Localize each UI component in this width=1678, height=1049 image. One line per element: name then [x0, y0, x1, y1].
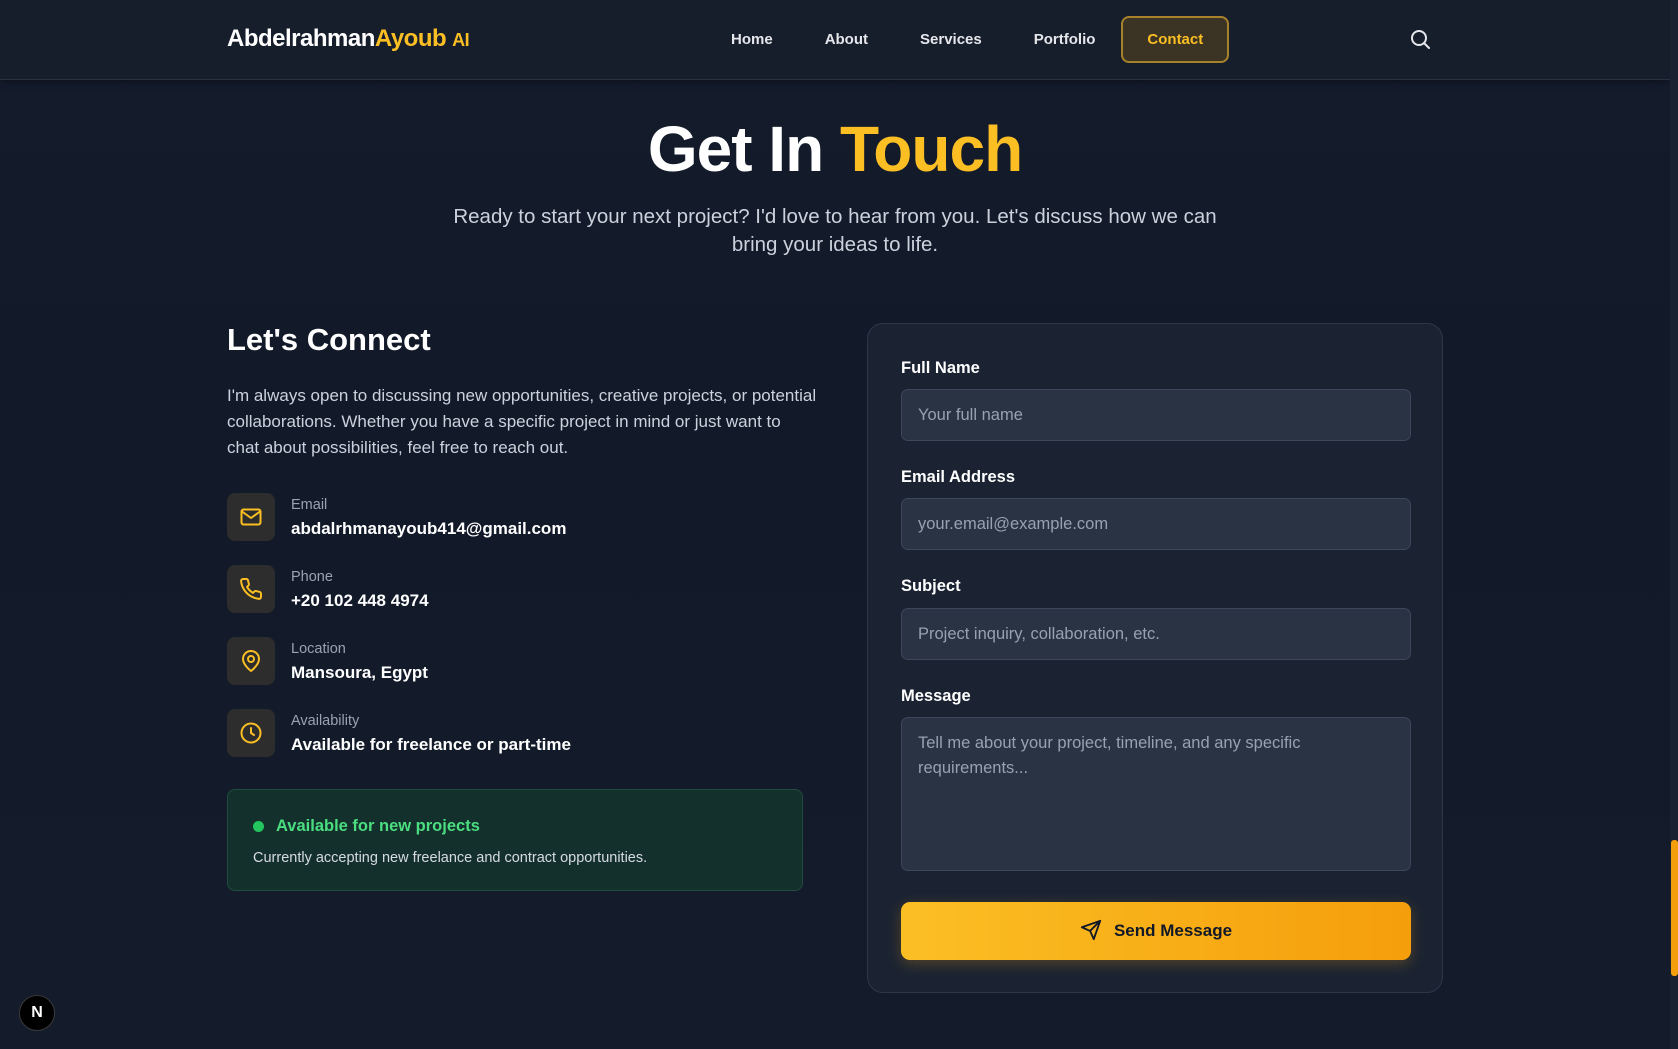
- page-subtitle: Ready to start your next project? I'd lo…: [453, 205, 1217, 256]
- send-message-label: Send Message: [1113, 921, 1233, 940]
- logo-suffix: AI: [452, 30, 470, 50]
- contact-email-item[interactable]: Email abdalrhmanayoub414@gmail.com: [227, 493, 807, 541]
- send-message-button[interactable]: Send Message: [901, 902, 1411, 960]
- contact-location-item: Location Mansoura, Egypt: [227, 637, 807, 685]
- page-title: Get In Touch: [0, 112, 1670, 186]
- email-label: Email Address: [901, 468, 1016, 486]
- search-icon[interactable]: [1408, 27, 1432, 51]
- subject-input[interactable]: [901, 608, 1411, 660]
- nav-links: Home About Services Portfolio Contact: [705, 16, 1230, 63]
- message-textarea[interactable]: [901, 717, 1411, 871]
- clock-icon: [227, 709, 275, 757]
- contact-phone-item[interactable]: Phone +20 102 448 4974: [227, 565, 807, 613]
- contact-phone-value[interactable]: +20 102 448 4974: [291, 591, 429, 611]
- availability-status-card: Available for new projects Currently acc…: [227, 789, 803, 891]
- status-dot-icon: [253, 821, 264, 832]
- contact-location-value: Mansoura, Egypt: [291, 663, 428, 682]
- contact-email-label: Email: [291, 497, 328, 513]
- nav-link-contact[interactable]: Contact: [1121, 16, 1230, 63]
- full-name-label: Full Name: [901, 359, 980, 377]
- contact-phone-label: Phone: [291, 569, 333, 585]
- contact-email-value[interactable]: abdalrhmanayoub414@gmail.com: [291, 519, 566, 539]
- mail-icon: [227, 493, 275, 541]
- connect-heading: Let's Connect: [227, 322, 431, 357]
- availability-status-title: Available for new projects: [276, 817, 480, 835]
- logo-surname: Ayoub: [374, 25, 447, 52]
- top-navbar: AbdelrahmanAyoub AI Home About Services P…: [0, 0, 1670, 80]
- send-icon: [1080, 919, 1102, 944]
- phone-icon: [227, 565, 275, 613]
- contact-location-label: Location: [291, 641, 346, 657]
- availability-status-description: Currently accepting new freelance and co…: [253, 850, 648, 866]
- contact-availability-item: Availability Available for freelance or …: [227, 709, 807, 757]
- contact-form: Full Name Email Address Subject Message …: [867, 323, 1443, 993]
- location-pin-icon: [227, 637, 275, 685]
- contact-availability-label: Availability: [291, 713, 360, 729]
- contact-availability-value: Available for freelance or part-time: [291, 735, 571, 754]
- full-name-input[interactable]: [901, 389, 1411, 441]
- title-white-part: Get In: [647, 113, 824, 185]
- nav-link-home[interactable]: Home: [705, 16, 799, 63]
- message-label: Message: [901, 687, 971, 705]
- subject-label: Subject: [901, 577, 961, 595]
- nav-link-about[interactable]: About: [799, 16, 894, 63]
- title-accent-part: Touch: [839, 113, 1023, 185]
- scrollbar-thumb[interactable]: [1671, 840, 1678, 976]
- nav-link-services[interactable]: Services: [894, 16, 1008, 63]
- nextjs-dev-badge[interactable]: N: [19, 995, 55, 1031]
- site-logo[interactable]: AbdelrahmanAyoub AI: [227, 25, 470, 53]
- nav-link-portfolio[interactable]: Portfolio: [1008, 16, 1122, 63]
- logo-name: Abdelrahman: [227, 25, 375, 52]
- connect-description: I'm always open to discussing new opport…: [227, 386, 817, 457]
- email-input[interactable]: [901, 498, 1411, 550]
